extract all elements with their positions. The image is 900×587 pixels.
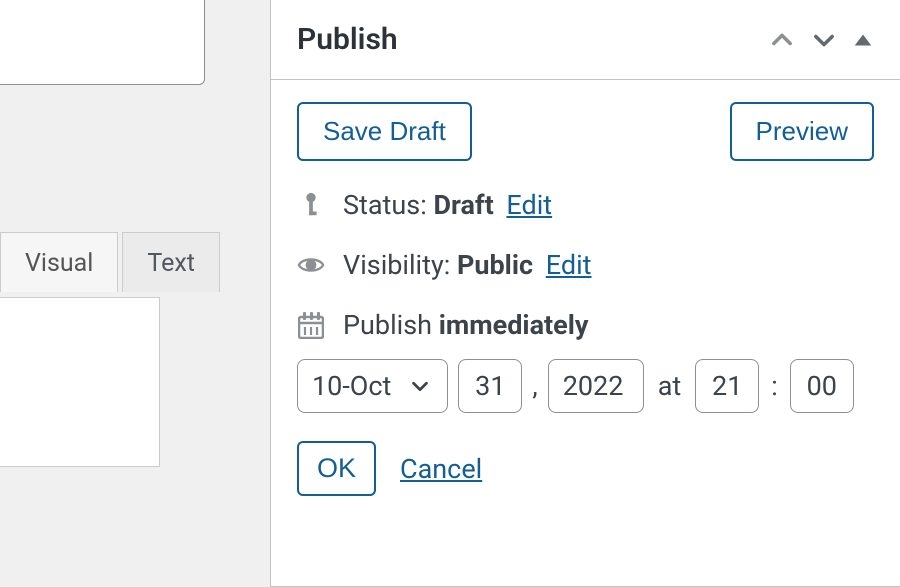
colon-label: : <box>769 370 780 402</box>
tab-visual[interactable]: Visual <box>0 232 118 292</box>
status-row: Status: Draft Edit <box>297 189 874 221</box>
calendar-icon <box>297 311 325 339</box>
status-edit-link[interactable]: Edit <box>506 189 552 221</box>
metabox-header-controls <box>768 26 874 54</box>
schedule-row: Publish immediately <box>297 309 874 341</box>
cancel-link[interactable]: Cancel <box>400 453 482 485</box>
ok-button[interactable]: OK <box>297 441 376 496</box>
comma-label: , <box>532 370 537 402</box>
schedule-label: Publish <box>343 309 439 341</box>
tab-text[interactable]: Text <box>122 232 220 292</box>
chevron-down-icon <box>409 375 431 397</box>
actions-row: Save Draft Preview <box>297 102 874 161</box>
visibility-value: Public <box>457 249 533 281</box>
editor-body-fragment[interactable] <box>0 297 160 467</box>
minute-input[interactable] <box>790 359 854 413</box>
status-value: Draft <box>433 189 493 221</box>
editor-tabs: Visual Text <box>0 232 224 292</box>
metabox-title: Publish <box>297 22 768 57</box>
day-input[interactable] <box>458 359 522 413</box>
collapse-toggle-icon[interactable] <box>852 29 874 51</box>
visibility-label: Visibility: <box>343 249 457 281</box>
month-select[interactable]: 10-Oct <box>297 359 448 413</box>
title-input-fragment[interactable] <box>0 0 205 85</box>
metabox-header: Publish <box>271 0 900 80</box>
metabox-body: Save Draft Preview Status: Draft Edit Vi… <box>271 80 900 518</box>
save-draft-button[interactable]: Save Draft <box>297 102 472 161</box>
visibility-row: Visibility: Public Edit <box>297 249 874 281</box>
key-icon <box>297 192 325 218</box>
hour-input[interactable] <box>695 359 759 413</box>
schedule-value: immediately <box>439 309 589 341</box>
move-up-icon[interactable] <box>768 26 796 54</box>
year-input[interactable] <box>548 359 644 413</box>
preview-button[interactable]: Preview <box>730 102 874 161</box>
move-down-icon[interactable] <box>810 26 838 54</box>
date-inputs-row: 10-Oct , at : <box>297 359 874 413</box>
month-select-value: 10-Oct <box>312 370 391 402</box>
at-label: at <box>654 370 686 402</box>
status-label: Status: <box>343 189 433 221</box>
eye-icon <box>297 254 325 276</box>
confirm-row: OK Cancel <box>297 441 874 496</box>
publish-metabox: Publish Save Draft Preview Status: Draft <box>270 0 900 587</box>
visibility-edit-link[interactable]: Edit <box>546 249 592 281</box>
